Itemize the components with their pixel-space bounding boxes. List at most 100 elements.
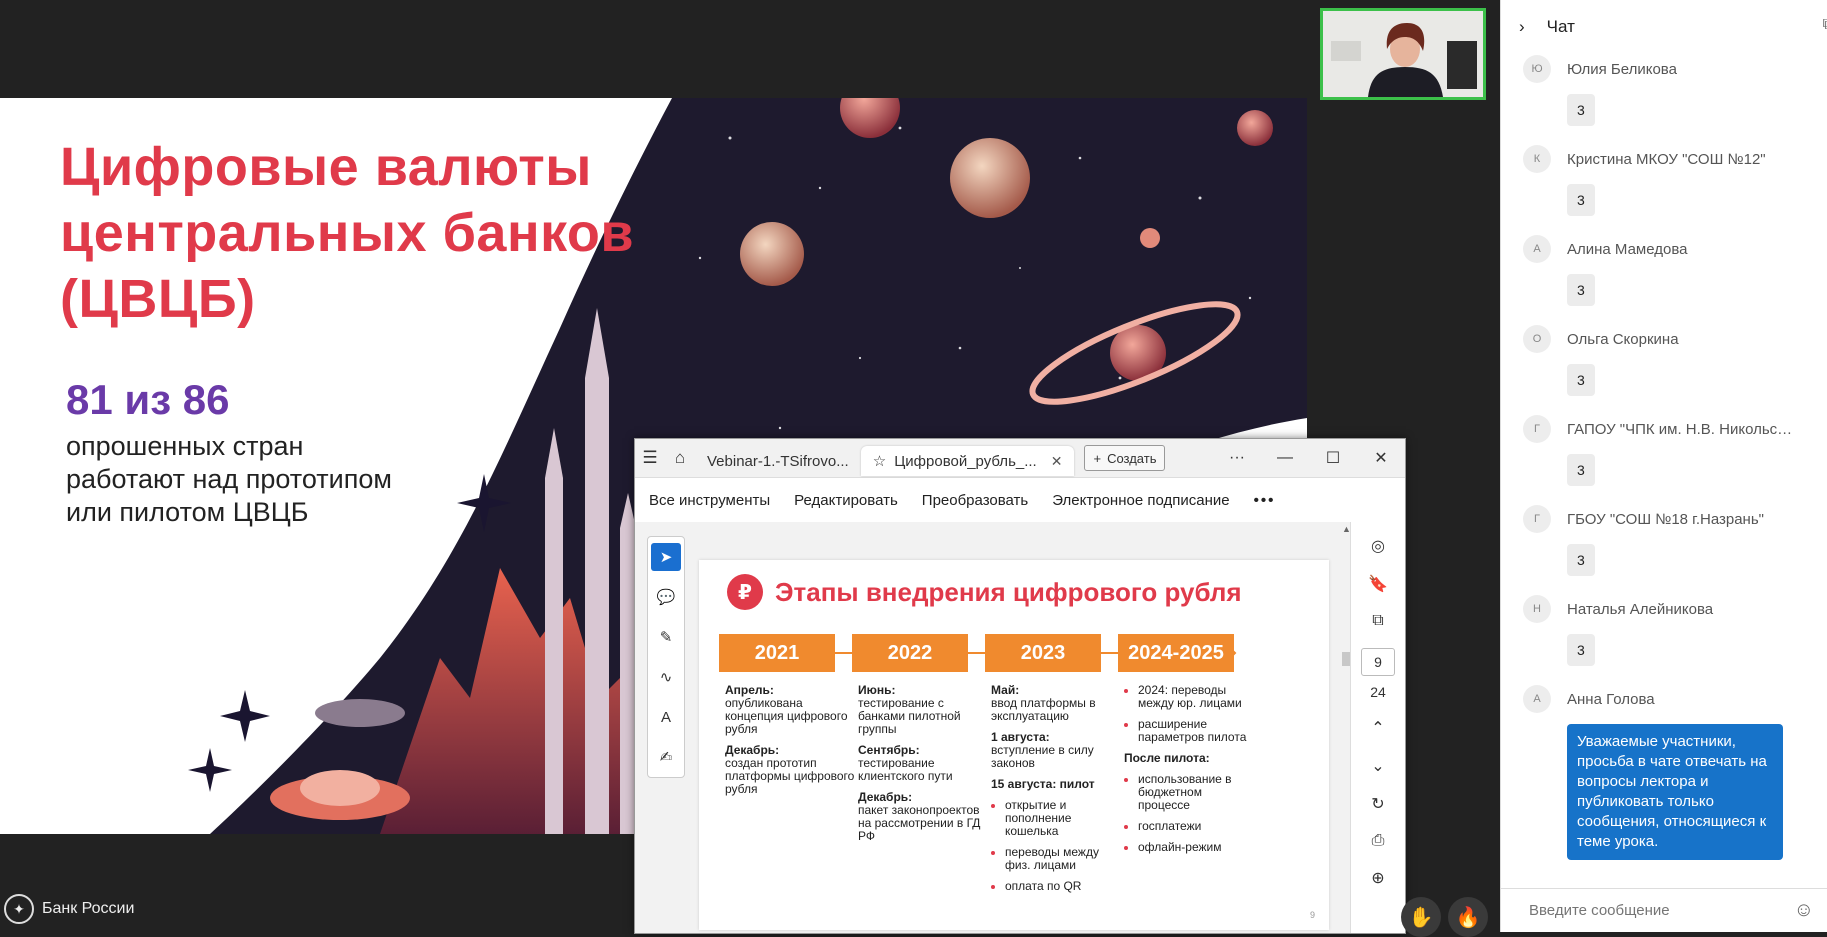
zoom-in-icon[interactable]: ⊕ bbox=[1371, 868, 1384, 888]
list-item: офлайн-режим bbox=[1138, 841, 1256, 854]
pdf-reader-window: ☰ ⌂ Vebinar-1.-TSifrovo... ☆ Цифровой_ру… bbox=[634, 438, 1406, 934]
highlight-pen-icon[interactable]: ✎ bbox=[651, 623, 681, 651]
slide-description: опрошенных стран работают над прототипом… bbox=[66, 431, 392, 527]
menu-edit[interactable]: Редактировать bbox=[794, 492, 898, 509]
message-bubble: 3 bbox=[1567, 634, 1595, 666]
ai-assistant-icon[interactable]: ◎ bbox=[1371, 536, 1385, 556]
chat-header: › Чат ⧉ bbox=[1501, 0, 1827, 54]
refresh-icon[interactable]: ↻ bbox=[1371, 794, 1384, 814]
chat-title: Чат bbox=[1546, 17, 1575, 36]
message-bubble: 3 bbox=[1567, 94, 1595, 126]
close-window-icon[interactable]: ✕ bbox=[1357, 448, 1405, 468]
sign-icon[interactable]: ✍ bbox=[651, 743, 681, 771]
sender-name: ГАПОУ "ЧПК им. Н.В. Никольско... bbox=[1567, 420, 1797, 438]
list-item: 2024: переводы между юр. лицами bbox=[1138, 684, 1256, 710]
sender-name: Кристина МКОУ "СОШ №12" bbox=[1567, 150, 1766, 168]
avatar: Н bbox=[1523, 595, 1551, 623]
page-total: 24 bbox=[1370, 684, 1386, 700]
col-text: создан прототип платформы цифрового рубл… bbox=[725, 756, 855, 796]
col-text: пакет законопроектов на рассмотрении в Г… bbox=[858, 803, 981, 843]
message-bubble: 3 bbox=[1567, 184, 1595, 216]
col-text: ввод платформы в эксплуатацию bbox=[991, 696, 1096, 723]
chat-message: А Анна Голова Уважаемые участники, просьб… bbox=[1523, 684, 1827, 860]
speaker-video[interactable] bbox=[1320, 8, 1486, 100]
more-icon[interactable]: ••• bbox=[1254, 492, 1276, 509]
sender-name: Наталья Алейникова bbox=[1567, 600, 1714, 618]
list-item: переводы между физ. лицами bbox=[1005, 846, 1123, 872]
year-2024-2025: 2024-2025 bbox=[1118, 634, 1234, 672]
sender-name: Ольга Скоркина bbox=[1567, 330, 1679, 348]
more-options-icon[interactable]: ··· bbox=[1213, 449, 1261, 467]
chat-message: Г ГБОУ "СОШ №18 г.Назрань" 3 bbox=[1523, 504, 1827, 576]
avatar: Ю bbox=[1523, 55, 1551, 83]
sender-name: Анна Голова bbox=[1567, 690, 1655, 708]
year-2021: 2021 bbox=[719, 634, 835, 672]
tab-bar: ☰ ⌂ Vebinar-1.-TSifrovo... ☆ Цифровой_ру… bbox=[635, 439, 1405, 478]
left-toolbar: ➤ 💬 ✎ ∿ A ✍ bbox=[647, 536, 685, 778]
hand-icon: ✋ bbox=[1408, 906, 1434, 929]
collapse-chevron-icon[interactable]: › bbox=[1519, 17, 1525, 37]
page-down-icon[interactable]: ⌄ bbox=[1371, 756, 1384, 776]
home-icon[interactable]: ⌂ bbox=[665, 448, 695, 468]
save-file-icon[interactable]: ⎙ bbox=[1372, 832, 1385, 850]
text-select-icon[interactable]: A bbox=[651, 703, 681, 731]
star-icon[interactable]: ☆ bbox=[873, 452, 886, 470]
year-2022: 2022 bbox=[852, 634, 968, 672]
menu-convert[interactable]: Преобразовать bbox=[922, 492, 1028, 509]
create-button[interactable]: + Создать bbox=[1084, 445, 1166, 471]
draw-freehand-icon[interactable]: ∿ bbox=[651, 663, 681, 691]
create-label: Создать bbox=[1107, 450, 1157, 466]
tab-cifrovoy-rubl[interactable]: ☆ Цифровой_рубль_... ✕ bbox=[860, 446, 1075, 476]
raise-hand-button[interactable]: ✋ bbox=[1401, 897, 1441, 937]
pdf-body: ➤ 💬 ✎ ∿ A ✍ ₽ Этапы внедрения цифрового … bbox=[635, 522, 1405, 933]
chat-panel: › Чат ⧉ Ю Юлия Беликова 3 К Кристина МКОУ … bbox=[1500, 0, 1827, 932]
avatar: Г bbox=[1523, 415, 1551, 443]
copy-pages-icon[interactable]: ⧉ bbox=[1372, 612, 1383, 630]
bookmark-icon[interactable]: 🔖 bbox=[1368, 574, 1388, 594]
chat-message: Г ГАПОУ "ЧПК им. Н.В. Никольско... 3 bbox=[1523, 414, 1827, 486]
popout-icon[interactable]: ⧉ bbox=[1823, 16, 1827, 34]
message-bubble: 3 bbox=[1567, 274, 1595, 306]
page-up-icon[interactable]: ⌃ bbox=[1371, 718, 1384, 738]
rouble-icon: ₽ bbox=[727, 574, 763, 610]
close-icon[interactable]: ✕ bbox=[1051, 453, 1063, 470]
emoji-icon[interactable]: ☺ bbox=[1794, 899, 1814, 922]
pdf-menu-bar: Все инструменты Редактировать Преобразов… bbox=[635, 478, 1405, 523]
avatar: Г bbox=[1523, 505, 1551, 533]
comment-icon[interactable]: 💬 bbox=[651, 583, 681, 611]
minimize-icon[interactable]: — bbox=[1261, 449, 1309, 467]
avatar: К bbox=[1523, 145, 1551, 173]
year-2023: 2023 bbox=[985, 634, 1101, 672]
tab-vebinar[interactable]: Vebinar-1.-TSifrovo... bbox=[695, 446, 861, 476]
page-number-input[interactable]: 9 bbox=[1361, 648, 1395, 676]
speaker-video-frame bbox=[1323, 11, 1483, 97]
col-text: тестирование с банками пилотной группы bbox=[858, 696, 961, 736]
fire-icon: 🔥 bbox=[1455, 906, 1481, 929]
chat-message: К Кристина МКОУ "СОШ №12" 3 bbox=[1523, 144, 1827, 216]
eagle-emblem-icon: ✦ bbox=[4, 894, 34, 924]
avatar: О bbox=[1523, 325, 1551, 353]
col-text: опубликована концепция цифрового рубля bbox=[725, 696, 848, 736]
page-title: Этапы внедрения цифрового рубля bbox=[775, 576, 1242, 607]
menu-e-sign[interactable]: Электронное подписание bbox=[1052, 492, 1229, 509]
col-heading: 15 августа: пилот bbox=[991, 777, 1095, 791]
list-item: расширение параметров пилота bbox=[1138, 718, 1256, 744]
message-input[interactable] bbox=[1527, 901, 1771, 920]
chat-input-bar: ☺ bbox=[1501, 888, 1827, 932]
column-2022: Июнь: тестирование с банками пилотной гру… bbox=[858, 684, 990, 851]
col-text: тестирование клиентского пути bbox=[858, 756, 953, 783]
select-cursor-icon[interactable]: ➤ bbox=[651, 543, 681, 571]
column-2023: Май: ввод платформы в эксплуатацию 1 авгу… bbox=[991, 684, 1123, 901]
column-2021: Апрель: опубликована концепция цифрового … bbox=[725, 684, 857, 804]
reaction-button[interactable]: 🔥 bbox=[1448, 897, 1488, 937]
chat-message: А Алина Мамедова 3 bbox=[1523, 234, 1827, 306]
col-heading: После пилота: bbox=[1124, 751, 1210, 765]
page-title-row: ₽ Этапы внедрения цифрового рубля bbox=[727, 574, 1242, 610]
message-bubble: 3 bbox=[1567, 454, 1595, 486]
menu-all-tools[interactable]: Все инструменты bbox=[649, 492, 770, 509]
list-item: госплатежи bbox=[1138, 820, 1256, 833]
plus-icon: + bbox=[1093, 450, 1102, 466]
menu-icon[interactable]: ☰ bbox=[635, 448, 665, 468]
list-item: оплата по QR bbox=[1005, 880, 1123, 893]
maximize-icon[interactable]: ☐ bbox=[1309, 448, 1357, 468]
